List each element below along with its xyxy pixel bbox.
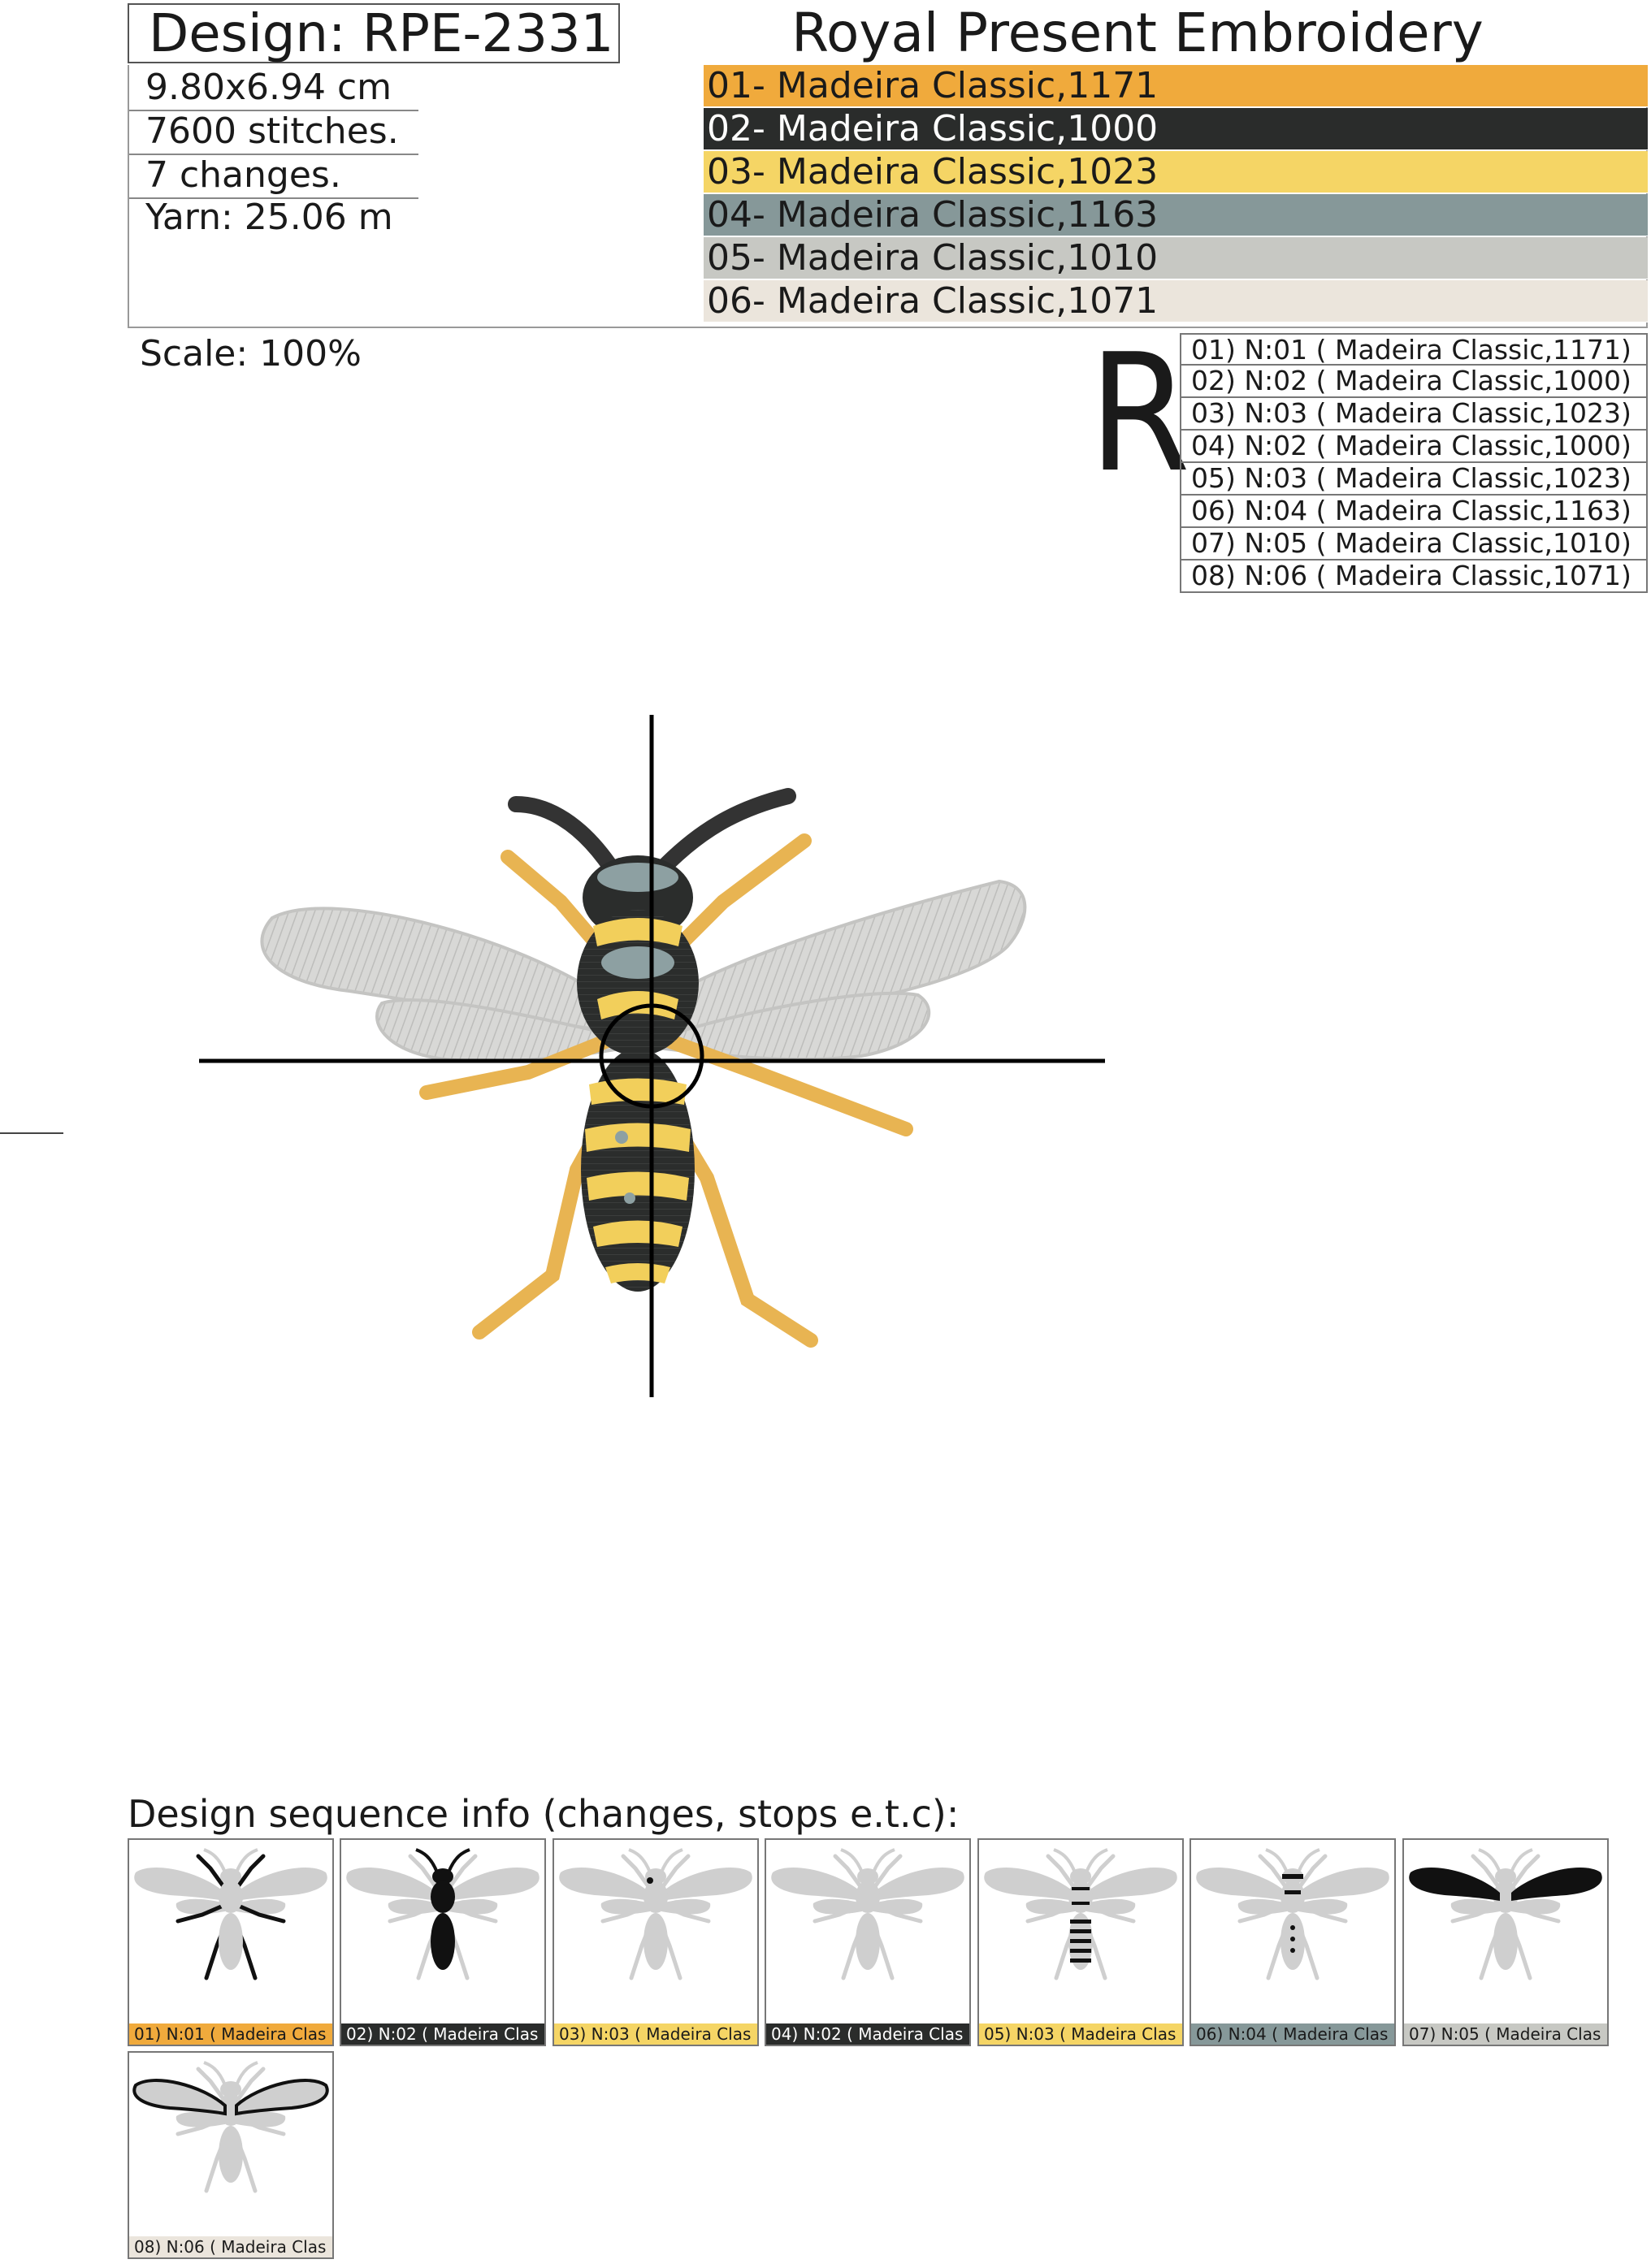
thumbnail-caption: 03) N:03 ( Madeira Clas (554, 2023, 757, 2045)
stitch-count: 7600 stitches. (145, 110, 399, 152)
scale-label: Scale: 100% (140, 333, 362, 374)
wasp-stage-preview (132, 2061, 329, 2193)
wasp-stage-preview (984, 1848, 1177, 1980)
thumbnail-caption: 07) N:05 ( Madeira Clas (1404, 2023, 1607, 2045)
wasp-embroidery-preview (199, 715, 1105, 1397)
design-title: Design: RPE-2331 (128, 3, 620, 63)
palette-swatch: 04- Madeira Classic,1163 (704, 194, 1648, 236)
sequence-thumbnail-5: 05) N:03 ( Madeira Clas (977, 1838, 1184, 2046)
wasp-stage-preview (771, 1848, 964, 1980)
wasp-stage-preview (559, 1848, 752, 1980)
sequence-thumbnail-2: 02) N:02 ( Madeira Clas (340, 1838, 546, 2046)
palette-swatch: 06- Madeira Classic,1071 (704, 280, 1648, 322)
thumbnail-caption: 05) N:03 ( Madeira Clas (979, 2023, 1182, 2045)
thumbnail-caption: 02) N:02 ( Madeira Clas (341, 2023, 544, 2045)
sequence-thumbnail-6: 06) N:04 ( Madeira Clas (1190, 1838, 1396, 2046)
brand-title: Royal Present Embroidery (791, 2, 1484, 64)
palette-swatch: 02- Madeira Classic,1000 (704, 108, 1648, 150)
sequence-row: 08) N:06 ( Madeira Classic,1071) (1180, 561, 1648, 593)
design-size: 9.80x6.94 cm (145, 67, 392, 108)
brand-logo: R (1089, 319, 1191, 509)
sequence-row: 05) N:03 ( Madeira Classic,1023) (1180, 463, 1648, 496)
thumbnail-caption: 01) N:01 ( Madeira Clas (129, 2023, 332, 2045)
palette-swatch: 03- Madeira Classic,1023 (704, 151, 1648, 193)
sequence-row: 07) N:05 ( Madeira Classic,1010) (1180, 528, 1648, 561)
sequence-row: 02) N:02 ( Madeira Classic,1000) (1180, 366, 1648, 398)
thumbnail-caption: 08) N:06 ( Madeira Clas (129, 2236, 332, 2257)
crosshair (199, 715, 1105, 1397)
sequence-row: 06) N:04 ( Madeira Classic,1163) (1180, 496, 1648, 528)
sequence-row: 03) N:03 ( Madeira Classic,1023) (1180, 398, 1648, 431)
sequence-thumbnail-4: 04) N:02 ( Madeira Clas (765, 1838, 971, 2046)
sequence-thumbnail-8: 08) N:06 ( Madeira Clas (128, 2051, 334, 2259)
thumbnail-caption: 06) N:04 ( Madeira Clas (1191, 2023, 1394, 2045)
sequence-header: Design sequence info (changes, stops e.t… (128, 1792, 960, 1836)
wasp-stage-preview (134, 1848, 327, 1980)
sequence-row: 01) N:01 ( Madeira Classic,1171) (1180, 333, 1648, 366)
wasp-stage-preview (1196, 1848, 1389, 1980)
yarn-length: Yarn: 25.06 m (145, 197, 393, 238)
wasp-stage-preview (346, 1848, 540, 1980)
registration-mark (0, 1132, 63, 1134)
sequence-thumbnail-3: 03) N:03 ( Madeira Clas (552, 1838, 759, 2046)
palette-swatch: 05- Madeira Classic,1010 (704, 237, 1648, 279)
palette-swatch: 01- Madeira Classic,1171 (704, 65, 1648, 107)
sequence-thumbnail-7: 07) N:05 ( Madeira Clas (1402, 1838, 1609, 2046)
sequence-row: 04) N:02 ( Madeira Classic,1000) (1180, 431, 1648, 463)
thumbnail-caption: 04) N:02 ( Madeira Clas (766, 2023, 969, 2045)
wasp-stage-preview (1409, 1848, 1602, 1980)
sequence-thumbnail-1: 01) N:01 ( Madeira Clas (128, 1838, 334, 2046)
color-changes: 7 changes. (145, 154, 341, 196)
